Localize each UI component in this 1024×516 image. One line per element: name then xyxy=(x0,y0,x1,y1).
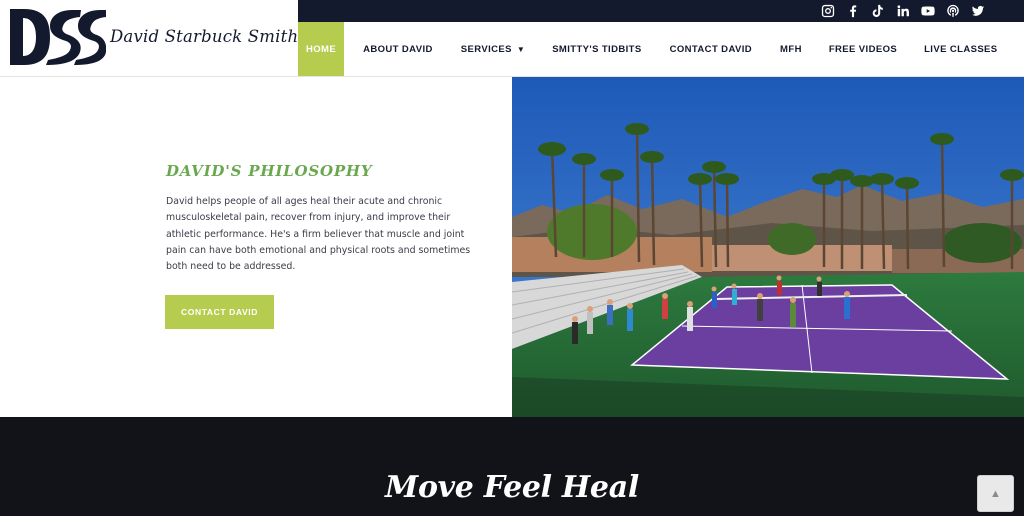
philosophy-heading: DAVID'S PHILOSOPHY xyxy=(166,162,373,180)
tiktok-icon[interactable] xyxy=(869,2,886,19)
podcast-icon[interactable] xyxy=(944,2,961,19)
top-social-bar xyxy=(298,0,1024,22)
nav-contact-david[interactable]: CONTACT DAVID xyxy=(670,22,752,76)
move-feel-heal-heading: Move Feel Heal xyxy=(385,470,639,505)
chevron-up-icon: ▲ xyxy=(990,487,1001,500)
fitness-class-photo xyxy=(512,77,1024,417)
site-logo[interactable]: David Starbuck Smith xyxy=(0,0,298,76)
facebook-icon[interactable] xyxy=(844,2,861,19)
youtube-icon[interactable] xyxy=(919,2,936,19)
linkedin-icon[interactable] xyxy=(894,2,911,19)
nav-home[interactable]: HOME xyxy=(298,22,345,76)
brand-name: David Starbuck Smith xyxy=(110,27,299,46)
instagram-icon[interactable] xyxy=(819,2,836,19)
chevron-down-icon: ▼ xyxy=(516,44,526,54)
dss-monogram-logo xyxy=(10,9,106,65)
nav-live-classes[interactable]: LIVE CLASSES xyxy=(924,22,997,76)
nav-services-label: SERVICES xyxy=(460,43,512,55)
nav-services[interactable]: SERVICES ▼ xyxy=(461,22,525,76)
contact-david-button[interactable]: CONTACT DAVID xyxy=(165,295,274,329)
scroll-to-top-button[interactable]: ▲ xyxy=(977,475,1014,512)
nav-mfh[interactable]: MFH xyxy=(780,22,802,76)
social-links xyxy=(819,2,986,19)
nav-free-videos[interactable]: FREE VIDEOS xyxy=(829,22,897,76)
twitter-icon[interactable] xyxy=(969,2,986,19)
philosophy-text: David helps people of all ages heal thei… xyxy=(166,196,471,273)
nav-about-david[interactable]: ABOUT DAVID xyxy=(363,22,433,76)
main-navigation: HOME ABOUT DAVID SERVICES ▼ SMITTY'S TID… xyxy=(298,22,1024,76)
nav-smittys-tidbits[interactable]: SMITTY'S TIDBITS xyxy=(552,22,641,76)
